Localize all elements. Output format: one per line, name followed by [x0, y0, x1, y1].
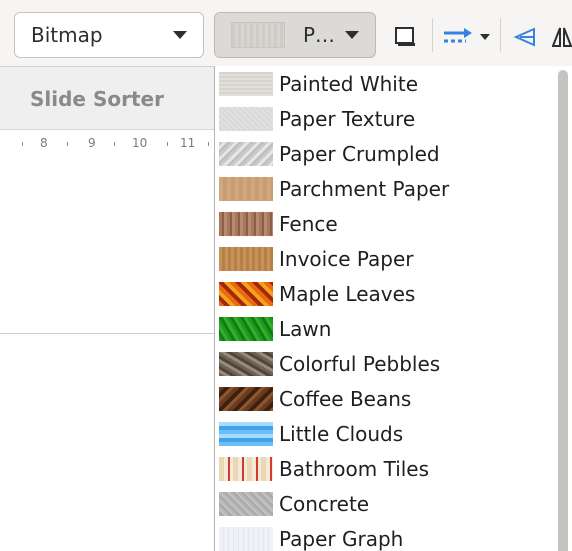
pattern-label: Paper Crumpled [279, 142, 440, 166]
list-item[interactable]: Parchment Paper [219, 173, 549, 205]
ruler-tick [22, 142, 23, 146]
list-item[interactable]: Invoice Paper [219, 243, 549, 275]
transform-icon[interactable] [512, 25, 540, 49]
pattern-label: Parchment Paper [279, 177, 450, 201]
shadow-box-icon[interactable] [392, 25, 418, 49]
pattern-swatch [219, 422, 273, 446]
list-item[interactable]: Maple Leaves [219, 278, 549, 310]
pattern-swatch [219, 387, 273, 411]
bitmap-pattern-label: P… [303, 23, 336, 47]
pattern-label: Little Clouds [279, 422, 404, 446]
slide-sorter-tab[interactable]: Slide Sorter [0, 67, 214, 130]
list-item[interactable]: Colorful Pebbles [219, 348, 549, 380]
toolbar: Bitmap P… [0, 0, 572, 67]
pattern-label: Fence [279, 212, 338, 236]
list-item[interactable]: Fence [219, 208, 549, 240]
toolbar-separator [432, 18, 433, 52]
ruler-tick [208, 142, 209, 146]
pattern-swatch [219, 247, 273, 271]
pattern-swatch [219, 492, 273, 516]
pattern-label: Paper Graph [279, 527, 404, 551]
pattern-label: Coffee Beans [279, 387, 412, 411]
pattern-label: Bathroom Tiles [279, 457, 430, 481]
dropdown-arrow-icon[interactable] [480, 34, 490, 40]
chevron-down-icon [173, 31, 187, 39]
bitmap-pattern-list[interactable]: Painted White Paper Texture Paper Crumpl… [214, 66, 572, 551]
ruler-tick [167, 142, 168, 146]
pattern-swatch [219, 212, 273, 236]
pattern-swatch [219, 72, 273, 96]
list-item[interactable]: Bathroom Tiles [219, 453, 549, 485]
slide-sorter-label: Slide Sorter [30, 87, 164, 111]
pattern-swatch [219, 317, 273, 341]
list-item[interactable]: Little Clouds [219, 418, 549, 450]
list-item[interactable]: Painted White [219, 68, 549, 100]
pattern-label: Concrete [279, 492, 370, 516]
flip-icon[interactable] [552, 25, 572, 49]
ruler-number: 11 [180, 136, 196, 150]
ruler-tick [114, 142, 115, 146]
pattern-label: Invoice Paper [279, 247, 414, 271]
ruler-number: 10 [132, 136, 148, 150]
scrollbar-thumb[interactable] [558, 70, 568, 551]
ruler-number: 9 [88, 136, 96, 150]
pattern-label: Lawn [279, 317, 332, 341]
pattern-label: Maple Leaves [279, 282, 416, 306]
list-item[interactable]: Lawn [219, 313, 549, 345]
pattern-swatch [219, 527, 273, 551]
pattern-label: Painted White [279, 72, 419, 96]
pattern-label: Paper Texture [279, 107, 416, 131]
list-item[interactable]: Coffee Beans [219, 383, 549, 415]
pattern-swatch [219, 177, 273, 201]
chevron-down-icon [345, 31, 359, 39]
list-item[interactable]: Concrete [219, 488, 549, 520]
list-item[interactable]: Paper Graph [219, 523, 549, 551]
toolbar-separator [500, 18, 501, 52]
app-window: Bitmap P… Slide Sorter 8 9 10 11 Painted… [0, 0, 572, 551]
ruler-tick [67, 142, 68, 146]
ruler-number: 8 [40, 136, 48, 150]
list-item[interactable]: Paper Crumpled [219, 138, 549, 170]
selected-pattern-swatch [231, 22, 285, 48]
pattern-label: Colorful Pebbles [279, 352, 441, 376]
pattern-swatch [219, 282, 273, 306]
pattern-swatch [219, 457, 273, 481]
ruler: 8 9 10 11 [0, 130, 214, 156]
line-arrow-icon[interactable] [442, 25, 478, 49]
pattern-swatch [219, 142, 273, 166]
list-item[interactable]: Paper Texture [219, 103, 549, 135]
fill-type-dropdown[interactable]: Bitmap [14, 12, 204, 58]
pattern-swatch [219, 107, 273, 131]
fill-type-label: Bitmap [31, 23, 103, 47]
bitmap-pattern-dropdown[interactable]: P… [214, 12, 376, 58]
left-panel: Slide Sorter 8 9 10 11 [0, 67, 214, 334]
pattern-swatch [219, 352, 273, 376]
